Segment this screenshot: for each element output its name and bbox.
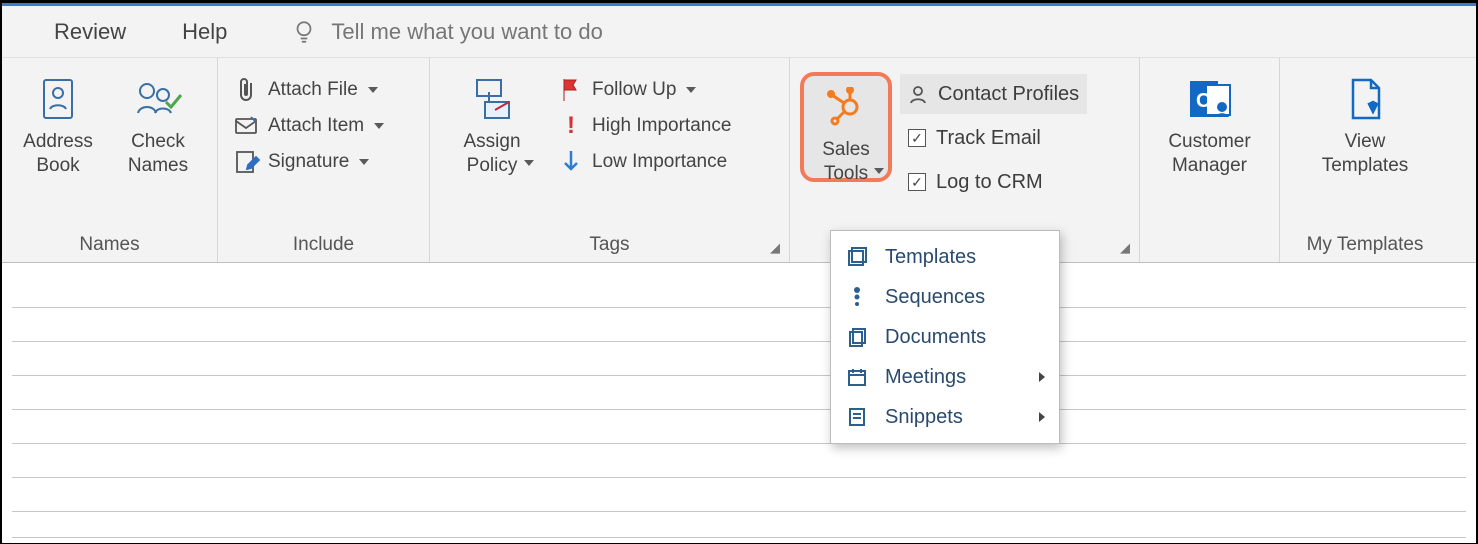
- low-importance-label: Low Importance: [592, 151, 727, 173]
- group-names: Address Book Check Names Names: [2, 58, 218, 262]
- tell-me-search[interactable]: Tell me what you want to do: [291, 19, 602, 45]
- menu-templates-label: Templates: [885, 246, 976, 269]
- submenu-arrow-icon: [1039, 412, 1045, 422]
- sales-tools-label: Sales Tools: [822, 138, 870, 186]
- address-book-icon: [33, 74, 83, 124]
- lightbulb-icon: [291, 19, 317, 45]
- follow-up-label: Follow Up: [592, 79, 676, 101]
- assign-policy-label: Assign Policy: [463, 130, 520, 178]
- group-cm-label: [1150, 234, 1269, 262]
- attach-item-icon: [234, 113, 260, 139]
- group-my-templates: View Templates My Templates: [1280, 58, 1450, 262]
- group-tags: Assign Policy Follow Up ! High Importanc…: [430, 58, 790, 262]
- sequences-icon: [845, 285, 869, 309]
- attach-item-button[interactable]: Attach Item: [228, 108, 390, 144]
- calendar-icon: [845, 365, 869, 389]
- paperclip-icon: [234, 77, 260, 103]
- log-to-crm-toggle[interactable]: ✓ Log to CRM: [900, 162, 1087, 202]
- ribbon-tabs: Review Help Tell me what you want to do: [2, 6, 1476, 58]
- high-importance-button[interactable]: ! High Importance: [552, 108, 737, 144]
- assign-policy-icon: [467, 74, 517, 124]
- submenu-arrow-icon: [1039, 372, 1045, 382]
- group-names-label: Names: [12, 234, 207, 262]
- caret-icon: [686, 87, 696, 93]
- caret-icon: [359, 159, 369, 165]
- template-icon: [1340, 74, 1390, 124]
- check-names-button[interactable]: Check Names: [112, 72, 204, 180]
- email-body[interactable]: [2, 263, 1476, 543]
- arrow-down-icon: [558, 149, 584, 175]
- caret-icon: [524, 160, 534, 166]
- menu-documents[interactable]: Documents: [831, 317, 1059, 357]
- low-importance-button[interactable]: Low Importance: [552, 144, 737, 180]
- sales-tools-menu: Templates Sequences Documents Meetings: [830, 230, 1060, 444]
- menu-snippets[interactable]: Snippets: [831, 397, 1059, 437]
- signature-icon: [234, 149, 260, 175]
- customer-manager-icon: C: [1185, 74, 1235, 124]
- hubspot-icon: [821, 82, 871, 132]
- ribbon: Address Book Check Names Names: [2, 58, 1476, 263]
- group-include: Attach File Attach Item: [218, 58, 430, 262]
- group-tags-label: Tags: [440, 234, 779, 262]
- contact-profiles-label: Contact Profiles: [938, 83, 1079, 106]
- track-email-toggle[interactable]: ✓ Track Email: [900, 118, 1087, 158]
- view-templates-label: View Templates: [1322, 130, 1409, 178]
- group-my-templates-label: My Templates: [1290, 234, 1440, 262]
- check-names-icon: [133, 74, 183, 124]
- contact-profiles-button[interactable]: Contact Profiles: [900, 74, 1087, 114]
- track-email-label: Track Email: [936, 127, 1041, 150]
- log-to-crm-label: Log to CRM: [936, 171, 1043, 194]
- flag-icon: [558, 77, 584, 103]
- address-book-button[interactable]: Address Book: [12, 72, 104, 180]
- tab-help[interactable]: Help: [174, 13, 235, 51]
- group-customer-manager: C Customer Manager: [1140, 58, 1280, 262]
- snippets-icon: [845, 405, 869, 429]
- tell-me-label: Tell me what you want to do: [331, 19, 602, 45]
- customer-manager-label: Customer Manager: [1168, 130, 1250, 178]
- dialog-launcher-icon[interactable]: ◢: [767, 240, 783, 256]
- customer-manager-button[interactable]: C Customer Manager: [1150, 72, 1269, 180]
- svg-text:C: C: [1196, 90, 1210, 112]
- checkbox-checked-icon: ✓: [908, 129, 926, 147]
- templates-icon: [845, 245, 869, 269]
- person-icon: [908, 84, 928, 104]
- high-importance-label: High Importance: [592, 115, 731, 137]
- menu-snippets-label: Snippets: [885, 406, 963, 429]
- checkbox-checked-icon: ✓: [908, 173, 926, 191]
- dialog-launcher-icon[interactable]: ◢: [1117, 240, 1133, 256]
- menu-sequences-label: Sequences: [885, 286, 985, 309]
- menu-meetings-label: Meetings: [885, 366, 966, 389]
- attach-file-label: Attach File: [268, 79, 358, 101]
- menu-sequences[interactable]: Sequences: [831, 277, 1059, 317]
- sales-tools-button[interactable]: Sales Tools: [800, 72, 892, 182]
- caret-icon: [374, 123, 384, 129]
- signature-label: Signature: [268, 151, 349, 173]
- check-names-label: Check Names: [128, 130, 188, 178]
- menu-templates[interactable]: Templates: [831, 237, 1059, 277]
- attach-file-button[interactable]: Attach File: [228, 72, 390, 108]
- signature-button[interactable]: Signature: [228, 144, 390, 180]
- menu-documents-label: Documents: [885, 326, 986, 349]
- menu-meetings[interactable]: Meetings: [831, 357, 1059, 397]
- view-templates-button[interactable]: View Templates: [1300, 72, 1430, 180]
- assign-policy-button[interactable]: Assign Policy: [446, 72, 538, 168]
- group-include-label: Include: [228, 234, 419, 262]
- follow-up-button[interactable]: Follow Up: [552, 72, 737, 108]
- documents-icon: [845, 325, 869, 349]
- attach-item-label: Attach Item: [268, 115, 364, 137]
- address-book-label: Address Book: [23, 130, 93, 178]
- exclamation-icon: !: [558, 113, 584, 139]
- tab-review[interactable]: Review: [46, 13, 134, 51]
- caret-icon: [874, 168, 884, 174]
- caret-icon: [368, 87, 378, 93]
